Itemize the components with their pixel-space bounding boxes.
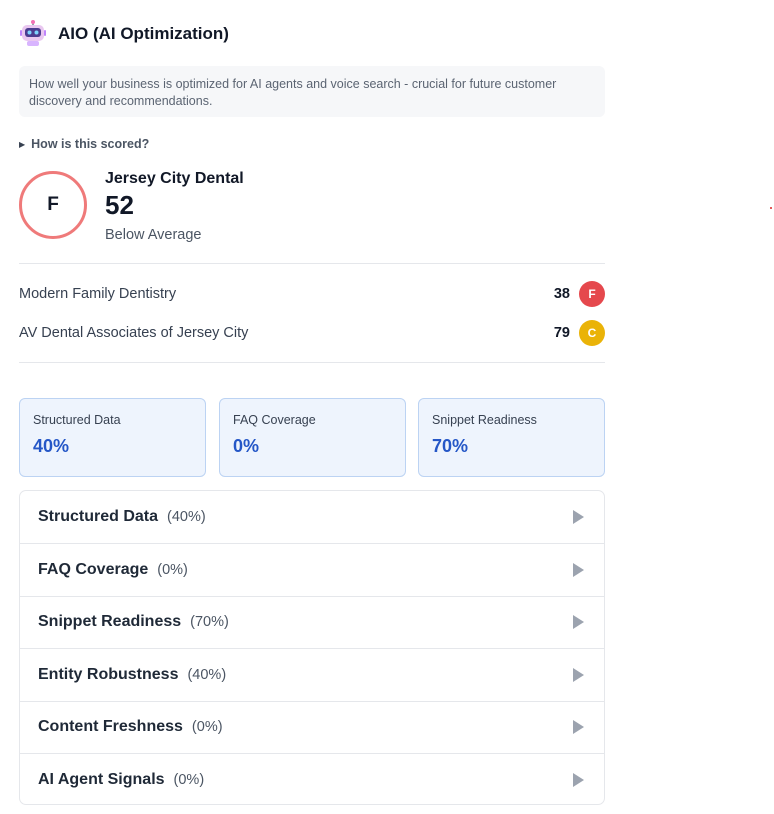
accordion-title: Entity Robustness: [38, 666, 179, 683]
details-accordion: Structured Data (40%) FAQ Coverage (0%) …: [19, 490, 605, 805]
section-header: AIO (AI Optimization): [19, 20, 229, 48]
metric-card-value: 0%: [233, 436, 260, 456]
business-name: Jersey City Dental: [105, 170, 244, 187]
accordion-item-content-freshness[interactable]: Content Freshness (0%): [20, 701, 604, 753]
metric-card-label: Structured Data: [33, 413, 121, 427]
competitor-row: AV Dental Associates of Jersey City 79 C: [19, 320, 605, 346]
metric-card-value: 40%: [33, 436, 70, 456]
competitor-name: Modern Family Dentistry: [19, 286, 177, 302]
accordion-percent: (0%): [191, 719, 223, 735]
business-rating: Below Average: [105, 227, 202, 243]
how-scored-label: How is this scored?: [31, 137, 150, 151]
expand-arrow-icon: [573, 772, 584, 787]
business-score-value: 52: [105, 190, 134, 220]
accordion-percent: (0%): [157, 562, 188, 578]
metric-card-structured-data: Structured Data 40%: [19, 398, 206, 477]
metric-card-snippet-readiness: Snippet Readiness 70%: [418, 398, 605, 477]
expand-arrow-icon: [573, 615, 584, 629]
expand-arrow-icon: [573, 720, 584, 734]
competitor-score: 79: [553, 325, 570, 341]
metric-cards: Structured Data 40% FAQ Coverage 0% Snip…: [19, 398, 605, 477]
accordion-percent: (70%): [190, 614, 229, 630]
section-title: AIO (AI Optimization): [58, 24, 229, 43]
accordion-title: FAQ Coverage: [38, 561, 149, 578]
metric-card-label: Snippet Readiness: [432, 413, 537, 427]
robot-icon: [19, 20, 47, 48]
accordion-percent: (40%): [187, 667, 227, 683]
accordion-item-faq-coverage[interactable]: FAQ Coverage (0%): [20, 544, 604, 596]
section-description: How well your business is optimized for …: [19, 66, 605, 117]
how-scored-toggle[interactable]: ▶ How is this scored?: [19, 137, 149, 151]
competitor-name: AV Dental Associates of Jersey City: [19, 325, 249, 341]
metric-card-label: FAQ Coverage: [233, 413, 316, 427]
expand-arrow-icon: [573, 510, 584, 524]
competitor-row: Modern Family Dentistry 38 F: [19, 281, 605, 307]
divider: [19, 362, 605, 363]
competitor-grade-badge: C: [579, 320, 605, 346]
accordion-title: Content Freshness: [38, 718, 183, 735]
competitor-score: 38: [553, 286, 570, 302]
business-score: F Jersey City Dental 52 Below Average: [19, 170, 605, 250]
divider: [19, 263, 605, 264]
grade-ring: F: [19, 171, 87, 239]
accordion-percent: (0%): [173, 771, 205, 788]
accordion-item-structured-data[interactable]: Structured Data (40%): [20, 491, 604, 543]
accordion-title: Structured Data: [38, 508, 159, 525]
metric-card-value: 70%: [432, 436, 469, 456]
accordion-title: AI Agent Signals: [38, 770, 165, 788]
expand-arrow-icon: [573, 668, 584, 682]
accordion-item-entity-robustness[interactable]: Entity Robustness (40%): [20, 649, 604, 701]
expand-arrow-icon: [573, 563, 584, 577]
accordion-item-ai-agent-signals[interactable]: AI Agent Signals (0%): [20, 754, 604, 804]
accordion-item-snippet-readiness[interactable]: Snippet Readiness (70%): [20, 596, 604, 648]
competitor-grade-badge: F: [579, 281, 605, 307]
metric-card-faq-coverage: FAQ Coverage 0%: [219, 398, 406, 477]
triangle-right-icon: ▶: [19, 139, 26, 149]
edge-marker: [770, 207, 772, 209]
accordion-percent: (40%): [167, 509, 206, 525]
accordion-title: Snippet Readiness: [38, 613, 182, 630]
